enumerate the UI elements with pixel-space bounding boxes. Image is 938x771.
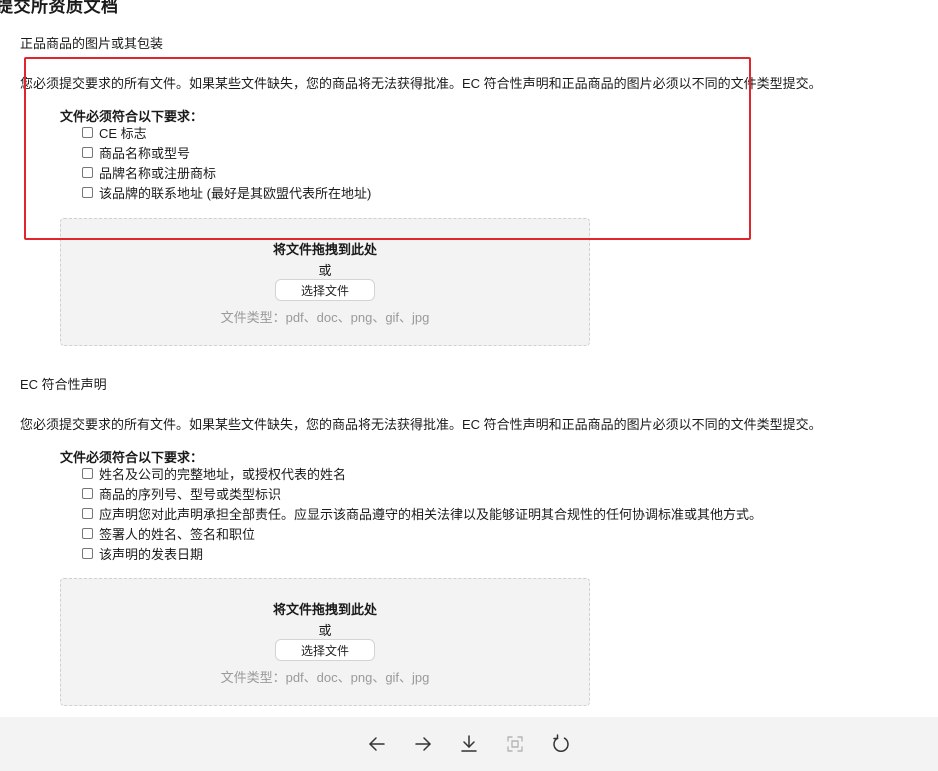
section-title-product-images: 正品商品的图片或其包装 <box>20 36 164 51</box>
arrow-right-icon <box>415 737 431 751</box>
requirement-label: CE 标志 <box>99 125 147 141</box>
requirement-checkbox[interactable] <box>82 166 93 178</box>
requirement-item[interactable]: 签署人的姓名、签名和职位 <box>80 523 762 543</box>
file-dropzone[interactable]: 将文件拖拽到此处 或 选择文件 文件类型：pdf、doc、png、gif、jpg <box>60 218 590 346</box>
section-notice: 您必须提交要求的所有文件。如果某些文件缺失，您的商品将无法获得批准。EC 符合性… <box>20 417 822 432</box>
dropzone-or-label: 或 <box>318 623 332 638</box>
requirement-checkbox[interactable] <box>82 527 93 539</box>
arrow-left-icon <box>369 737 385 751</box>
refresh-icon <box>553 734 569 752</box>
requirements-list: 姓名及公司的完整地址，或授权代表的姓名 商品的序列号、型号或类型标识 应声明您对… <box>80 463 762 563</box>
requirement-checkbox[interactable] <box>82 186 93 198</box>
requirement-label: 签署人的姓名、签名和职位 <box>99 526 256 542</box>
choose-file-button[interactable]: 选择文件 <box>275 639 375 661</box>
file-dropzone[interactable]: 将文件拖拽到此处 或 选择文件 文件类型：pdf、doc、png、gif、jpg <box>60 578 590 706</box>
dropzone-file-types: 文件类型：pdf、doc、png、gif、jpg <box>220 670 430 685</box>
requirement-checkbox[interactable] <box>82 126 93 138</box>
requirement-checkbox[interactable] <box>82 547 93 559</box>
section-notice: 您必须提交要求的所有文件。如果某些文件缺失，您的商品将无法获得批准。EC 符合性… <box>20 76 822 91</box>
dropzone-title: 将文件拖拽到此处 <box>272 242 377 257</box>
requirement-item[interactable]: 姓名及公司的完整地址，或授权代表的姓名 <box>80 463 762 483</box>
requirement-item[interactable]: 该品牌的联系地址 (最好是其欧盟代表所在地址) <box>80 182 371 202</box>
page-title: 提交所资质文档 <box>0 0 119 16</box>
dropzone-or-label: 或 <box>318 263 332 278</box>
requirement-item[interactable]: 品牌名称或注册商标 <box>80 162 371 182</box>
forward-button[interactable] <box>400 724 446 764</box>
requirement-item[interactable]: 商品名称或型号 <box>80 142 371 162</box>
choose-file-button[interactable]: 选择文件 <box>275 279 375 301</box>
requirement-checkbox[interactable] <box>82 507 93 519</box>
requirement-item[interactable]: CE 标志 <box>80 122 371 142</box>
requirement-item[interactable]: 该声明的发表日期 <box>80 543 762 563</box>
refresh-button[interactable] <box>538 724 584 764</box>
requirement-label: 品牌名称或注册商标 <box>99 165 217 181</box>
requirement-label: 商品的序列号、型号或类型标识 <box>99 486 282 502</box>
requirement-checkbox[interactable] <box>82 146 93 158</box>
back-button[interactable] <box>354 724 400 764</box>
requirement-label: 该声明的发表日期 <box>99 546 204 562</box>
requirement-label: 应声明您对此声明承担全部责任。应显示该商品遵守的相关法律以及能够证明其合规性的任… <box>99 506 763 522</box>
requirements-list: CE 标志 商品名称或型号 品牌名称或注册商标 该品牌的联系地址 (最好是其欧盟… <box>80 122 371 202</box>
requirement-item[interactable]: 应声明您对此声明承担全部责任。应显示该商品遵守的相关法律以及能够证明其合规性的任… <box>80 503 762 523</box>
fit-screen-button[interactable] <box>492 724 538 764</box>
download-icon <box>461 735 477 752</box>
download-button[interactable] <box>446 724 492 764</box>
requirement-checkbox[interactable] <box>82 467 93 479</box>
dropzone-title: 将文件拖拽到此处 <box>272 602 377 617</box>
requirement-label: 商品名称或型号 <box>99 145 191 161</box>
requirement-checkbox[interactable] <box>82 487 93 499</box>
fit-screen-icon <box>507 736 523 752</box>
dropzone-file-types: 文件类型：pdf、doc、png、gif、jpg <box>220 310 430 325</box>
requirement-item[interactable]: 商品的序列号、型号或类型标识 <box>80 483 762 503</box>
requirement-label: 该品牌的联系地址 (最好是其欧盟代表所在地址) <box>99 185 372 201</box>
requirement-label: 姓名及公司的完整地址，或授权代表的姓名 <box>99 466 347 482</box>
bottom-toolbar <box>0 717 938 771</box>
section-title-ec-declaration: EC 符合性声明 <box>20 377 107 392</box>
